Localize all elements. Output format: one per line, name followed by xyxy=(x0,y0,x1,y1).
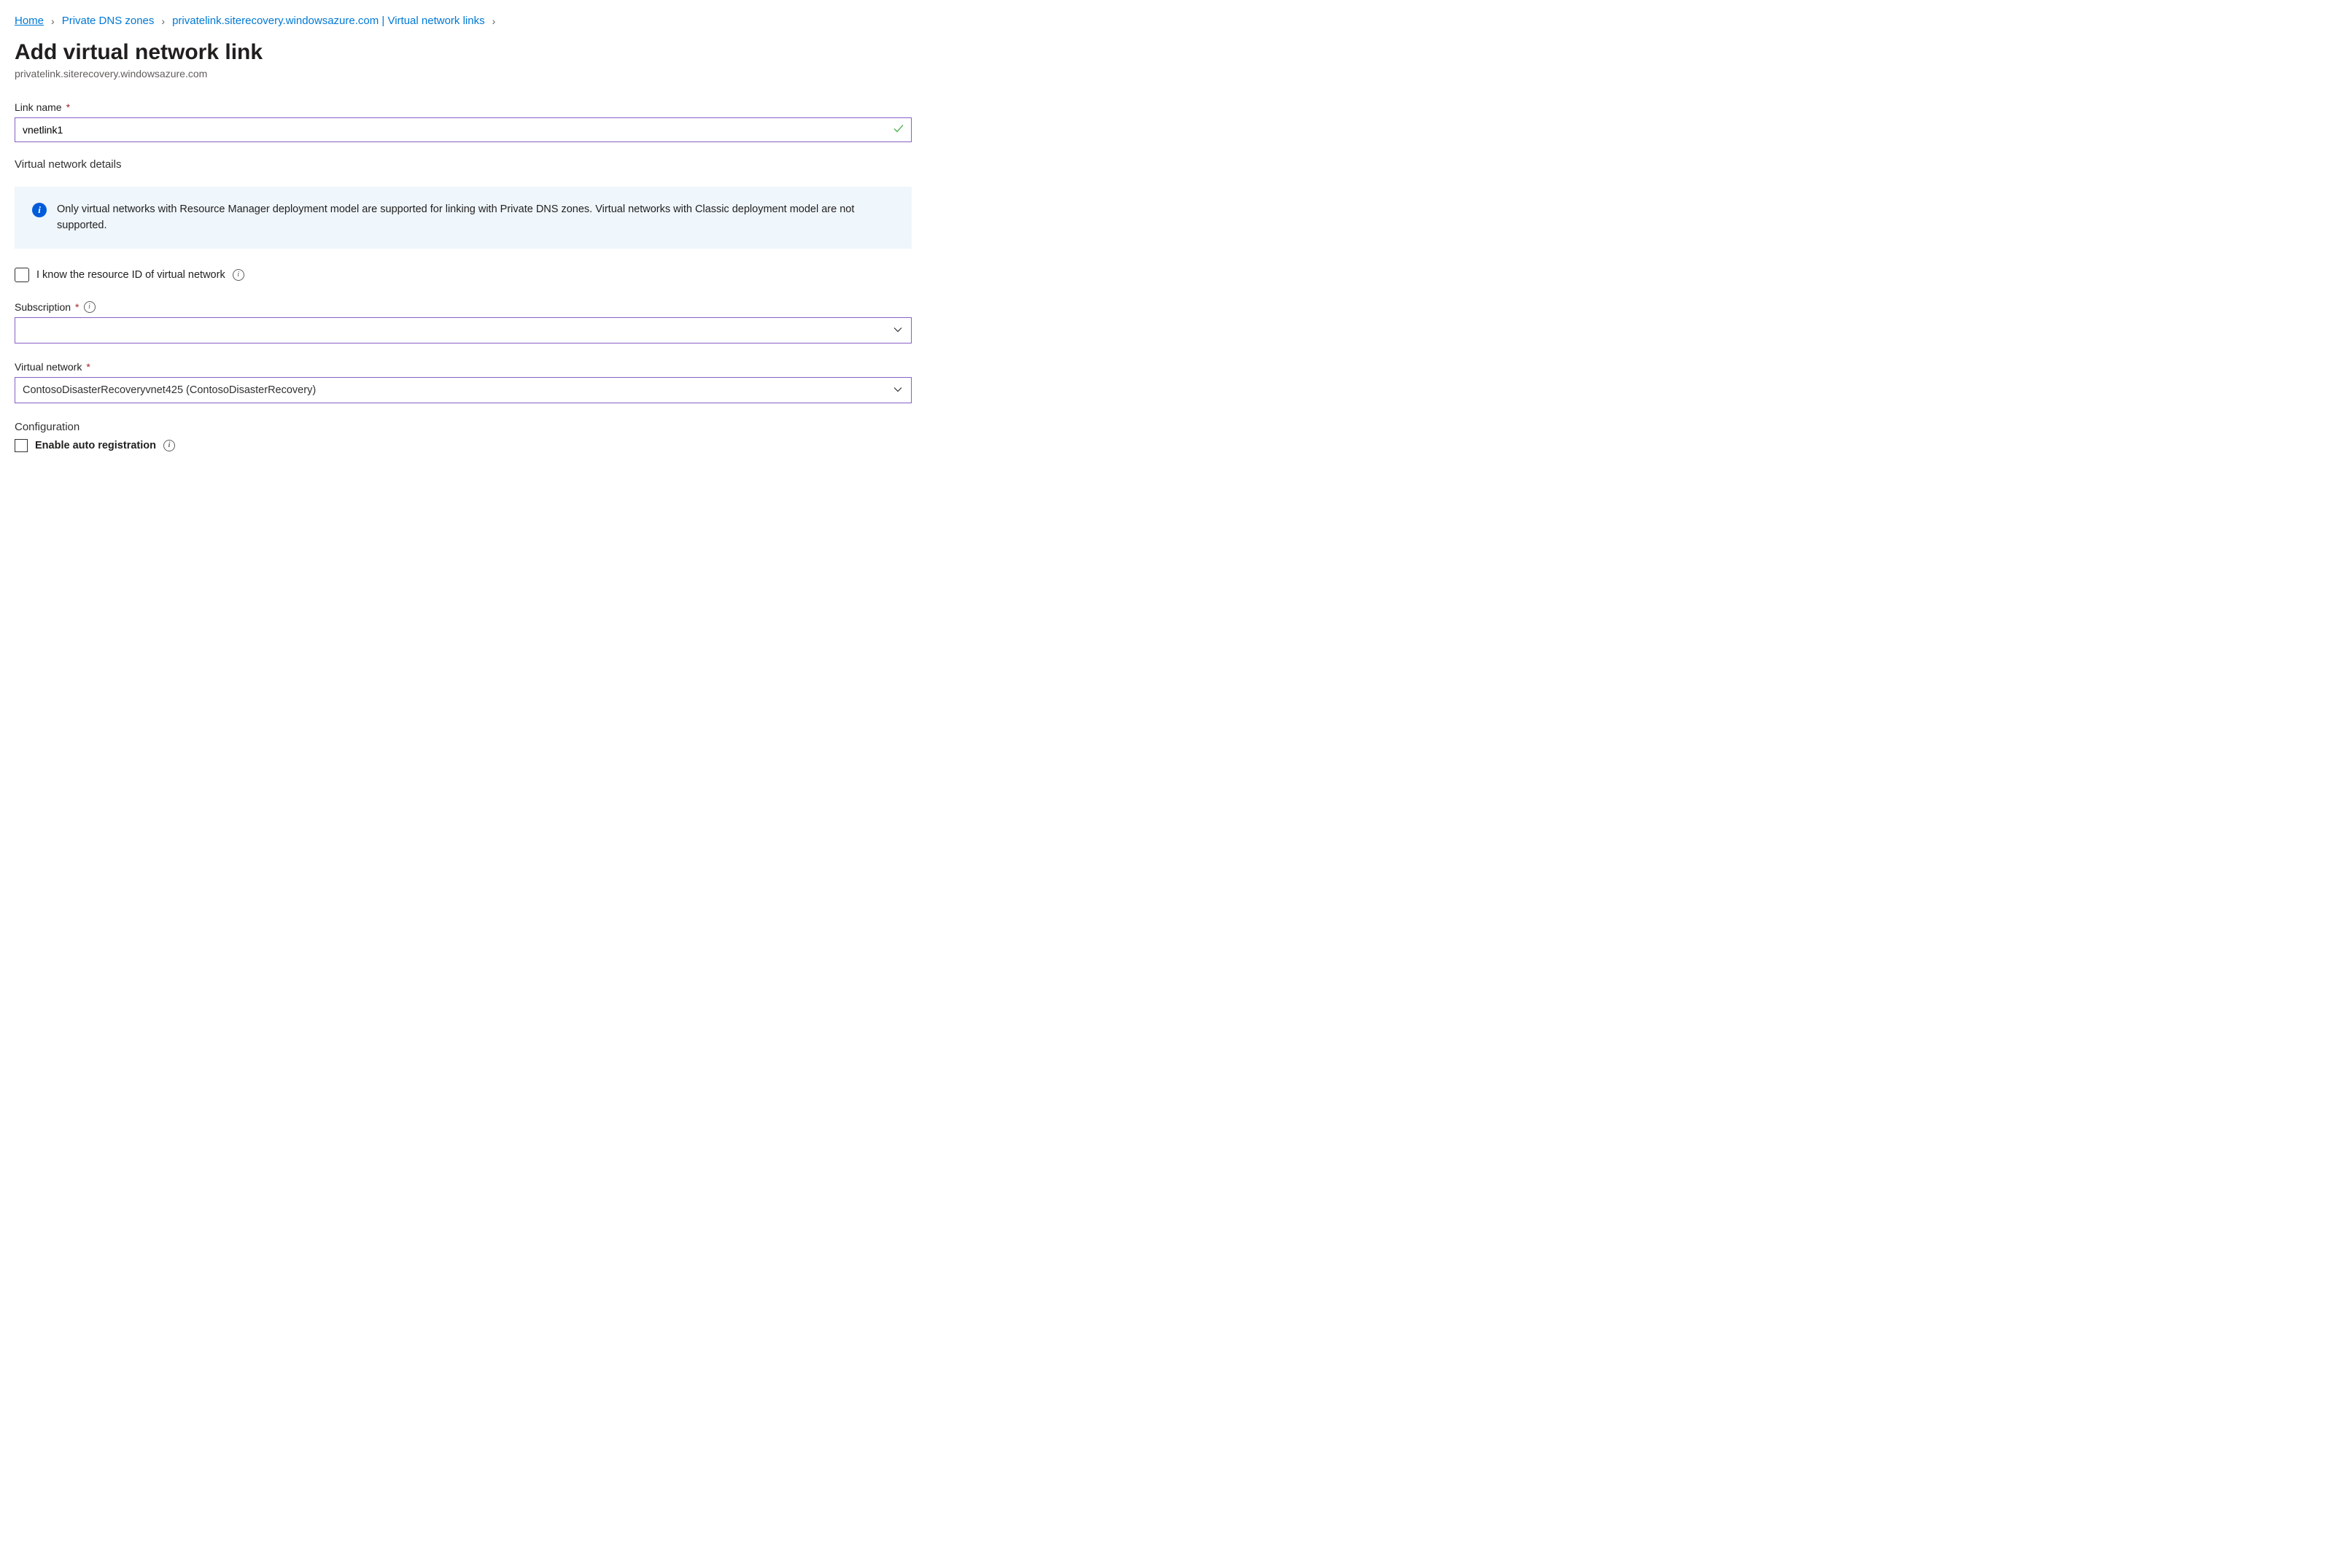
virtual-network-label: Virtual network * xyxy=(15,361,2327,373)
configuration-heading: Configuration xyxy=(15,421,2327,433)
chevron-right-icon: › xyxy=(51,15,55,27)
enable-auto-registration-checkbox[interactable] xyxy=(15,439,28,452)
subscription-label: Subscription * i xyxy=(15,301,2327,313)
info-icon: i xyxy=(32,203,47,217)
page-title: Add virtual network link xyxy=(15,40,2327,65)
subscription-select[interactable] xyxy=(15,317,912,344)
page-subtitle: privatelink.siterecovery.windowsazure.co… xyxy=(15,68,2327,79)
link-name-input[interactable] xyxy=(15,117,912,142)
resource-id-checkbox-label: I know the resource ID of virtual networ… xyxy=(36,269,244,281)
enable-auto-registration-label: Enable auto registration i xyxy=(35,440,175,451)
required-asterisk: * xyxy=(86,361,90,373)
required-asterisk: * xyxy=(66,101,70,113)
info-box: i Only virtual networks with Resource Ma… xyxy=(15,187,912,249)
chevron-right-icon: › xyxy=(492,15,496,27)
info-icon[interactable]: i xyxy=(233,269,244,281)
chevron-right-icon: › xyxy=(161,15,165,27)
required-asterisk: * xyxy=(75,301,79,313)
virtual-network-details-heading: Virtual network details xyxy=(15,158,2327,171)
link-name-label: Link name * xyxy=(15,101,2327,113)
breadcrumb-home[interactable]: Home xyxy=(15,15,44,27)
info-text: Only virtual networks with Resource Mana… xyxy=(57,201,894,234)
resource-id-checkbox[interactable] xyxy=(15,268,29,282)
breadcrumb: Home › Private DNS zones › privatelink.s… xyxy=(15,15,2327,27)
info-icon[interactable]: i xyxy=(84,301,96,313)
breadcrumb-private-dns-zones[interactable]: Private DNS zones xyxy=(62,15,155,27)
breadcrumb-zone-links[interactable]: privatelink.siterecovery.windowsazure.co… xyxy=(172,15,485,27)
virtual-network-select[interactable]: ContosoDisasterRecoveryvnet425 (ContosoD… xyxy=(15,377,912,403)
info-icon[interactable]: i xyxy=(163,440,175,451)
